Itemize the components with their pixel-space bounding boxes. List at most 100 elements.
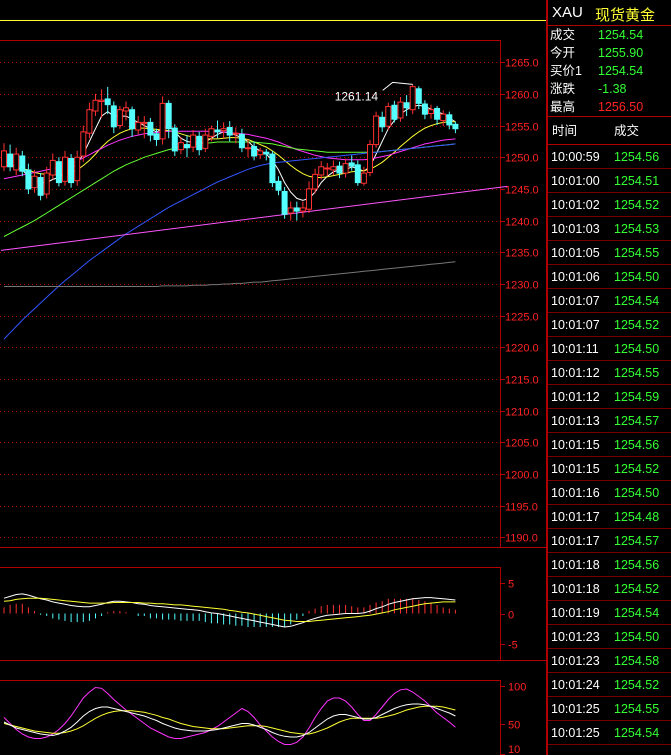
tick-time: 10:01:13	[551, 414, 600, 428]
tick-row[interactable]: 10:01:24 1254.52	[548, 673, 671, 697]
price-axis-label: 1230.0	[505, 280, 539, 292]
price-axis-label: 1255.0	[505, 122, 539, 134]
tick-time: 10:01:02	[551, 198, 600, 212]
tick-row[interactable]: 10:01:18 1254.56	[548, 553, 671, 577]
candle-body	[428, 109, 434, 115]
candle-body	[403, 102, 410, 109]
candle-body	[397, 101, 404, 119]
chart-svg[interactable]: 1265.0 1260.0 1255.0 1250.0 1245.0 1240.0 1235…	[0, 0, 546, 755]
tick-table-header: 时间 成交	[548, 117, 671, 145]
tick-row[interactable]: 10:01:03 1254.53	[548, 217, 671, 241]
candle-body	[415, 88, 422, 104]
tick-row[interactable]: 10:00:59 1254.56	[548, 145, 671, 169]
candle-body	[446, 114, 453, 126]
candle-body	[55, 161, 62, 184]
tick-row[interactable]: 10:01:05 1254.55	[548, 241, 671, 265]
candle-body	[196, 135, 203, 151]
candle-body	[7, 153, 14, 168]
tick-time: 10:01:18	[551, 558, 600, 572]
candle-body	[251, 145, 258, 157]
tick-price: 1254.51	[614, 174, 660, 188]
quote-label: 最高	[550, 100, 576, 114]
tick-row[interactable]: 10:01:07 1254.52	[548, 313, 671, 337]
candle-body	[147, 121, 154, 136]
tick-row[interactable]: 10:01:06 1254.50	[548, 265, 671, 289]
macd-axis-label: -5	[508, 640, 518, 652]
quote-row: 涨跌 -1.38	[548, 80, 671, 98]
tick-row[interactable]: 10:01:15 1254.56	[548, 433, 671, 457]
candle-body	[245, 147, 251, 150]
candle-body	[336, 165, 343, 174]
candle-body	[330, 166, 337, 171]
price-axis-label: 1250.0	[505, 153, 539, 165]
candle-body	[367, 144, 373, 173]
candle-body	[31, 175, 38, 189]
candle-body	[440, 113, 447, 121]
tick-price: 1254.52	[614, 462, 660, 476]
price-axis-label: 1200.0	[505, 470, 539, 482]
quote-value: -1.38	[598, 82, 627, 96]
candle-body	[269, 153, 276, 184]
tick-row[interactable]: 10:01:17 1254.48	[548, 505, 671, 529]
candle-body	[49, 159, 56, 176]
trendline[interactable]	[0, 185, 508, 251]
tick-row[interactable]: 10:01:19 1254.54	[548, 601, 671, 625]
price-axis-label: 1240.0	[505, 217, 539, 229]
candle-body	[409, 86, 416, 111]
tick-row[interactable]: 10:01:13 1254.57	[548, 409, 671, 433]
tick-row[interactable]: 10:01:23 1254.58	[548, 649, 671, 673]
tick-row[interactable]: 10:01:11 1254.50	[548, 337, 671, 361]
tick-time: 10:00:59	[551, 150, 600, 164]
quote-value: 1255.90	[598, 46, 644, 60]
high-price-label: 1261.14	[335, 89, 379, 103]
candle-body	[214, 129, 221, 133]
candle-body	[153, 133, 160, 140]
tick-row[interactable]: 10:01:17 1254.57	[548, 529, 671, 553]
tick-row[interactable]: 10:01:07 1254.54	[548, 289, 671, 313]
candle-body	[257, 150, 264, 156]
tick-price: 1254.54	[614, 726, 660, 740]
tick-time: 10:01:07	[551, 318, 600, 332]
candle-body	[238, 133, 245, 149]
tick-row[interactable]: 10:01:15 1254.52	[548, 457, 671, 481]
candle-body	[43, 172, 50, 195]
quote-row: 最高 1256.50	[548, 98, 671, 116]
candle-body	[159, 102, 166, 140]
tick-row[interactable]: 10:01:18 1254.52	[548, 577, 671, 601]
tick-row[interactable]: 10:01:12 1254.55	[548, 361, 671, 385]
candle-body	[348, 162, 355, 167]
candle-body	[165, 102, 172, 130]
tick-time: 10:01:23	[551, 654, 600, 668]
candle-body	[129, 109, 136, 130]
tick-row[interactable]: 10:01:23 1254.50	[548, 625, 671, 649]
candle-body	[80, 131, 87, 157]
price-axis-label: 1215.0	[505, 375, 539, 387]
candle-body	[68, 158, 75, 184]
tick-row[interactable]: 10:01:25 1254.54	[548, 721, 671, 745]
tick-row[interactable]: 10:01:00 1254.51	[548, 169, 671, 193]
tick-time: 10:01:17	[551, 510, 600, 524]
candle-body	[434, 107, 441, 120]
candle-body	[452, 123, 459, 130]
candle-body	[25, 169, 32, 190]
price-axis-label: 1245.0	[505, 185, 539, 197]
quote-row: 成交 1254.54	[548, 26, 671, 44]
tick-price: 1254.56	[614, 558, 660, 572]
candle-body	[373, 115, 380, 146]
candle-body	[74, 156, 81, 182]
tick-row[interactable]: 10:01:25 1254.55	[548, 697, 671, 721]
candle-body	[263, 151, 270, 155]
chart-area[interactable]: 1265.0 1260.0 1255.0 1250.0 1245.0 1240.0 1235…	[0, 0, 546, 755]
candle-body	[135, 121, 142, 131]
tick-time: 10:01:15	[551, 462, 600, 476]
kdj-axis-label: 50	[508, 720, 520, 732]
tick-time: 10:01:12	[551, 390, 600, 404]
tick-price: 1254.54	[614, 606, 660, 620]
tick-row[interactable]: 10:01:02 1254.52	[548, 193, 671, 217]
tick-list[interactable]: 10:00:59 1254.56 10:01:00 1254.51 10:01:02 12…	[548, 145, 671, 745]
tick-price: 1254.52	[614, 582, 660, 596]
tick-row[interactable]: 10:01:12 1254.59	[548, 385, 671, 409]
candle-body	[1, 150, 7, 168]
tick-row[interactable]: 10:01:16 1254.50	[548, 481, 671, 505]
quote-value: 1254.54	[598, 64, 644, 78]
